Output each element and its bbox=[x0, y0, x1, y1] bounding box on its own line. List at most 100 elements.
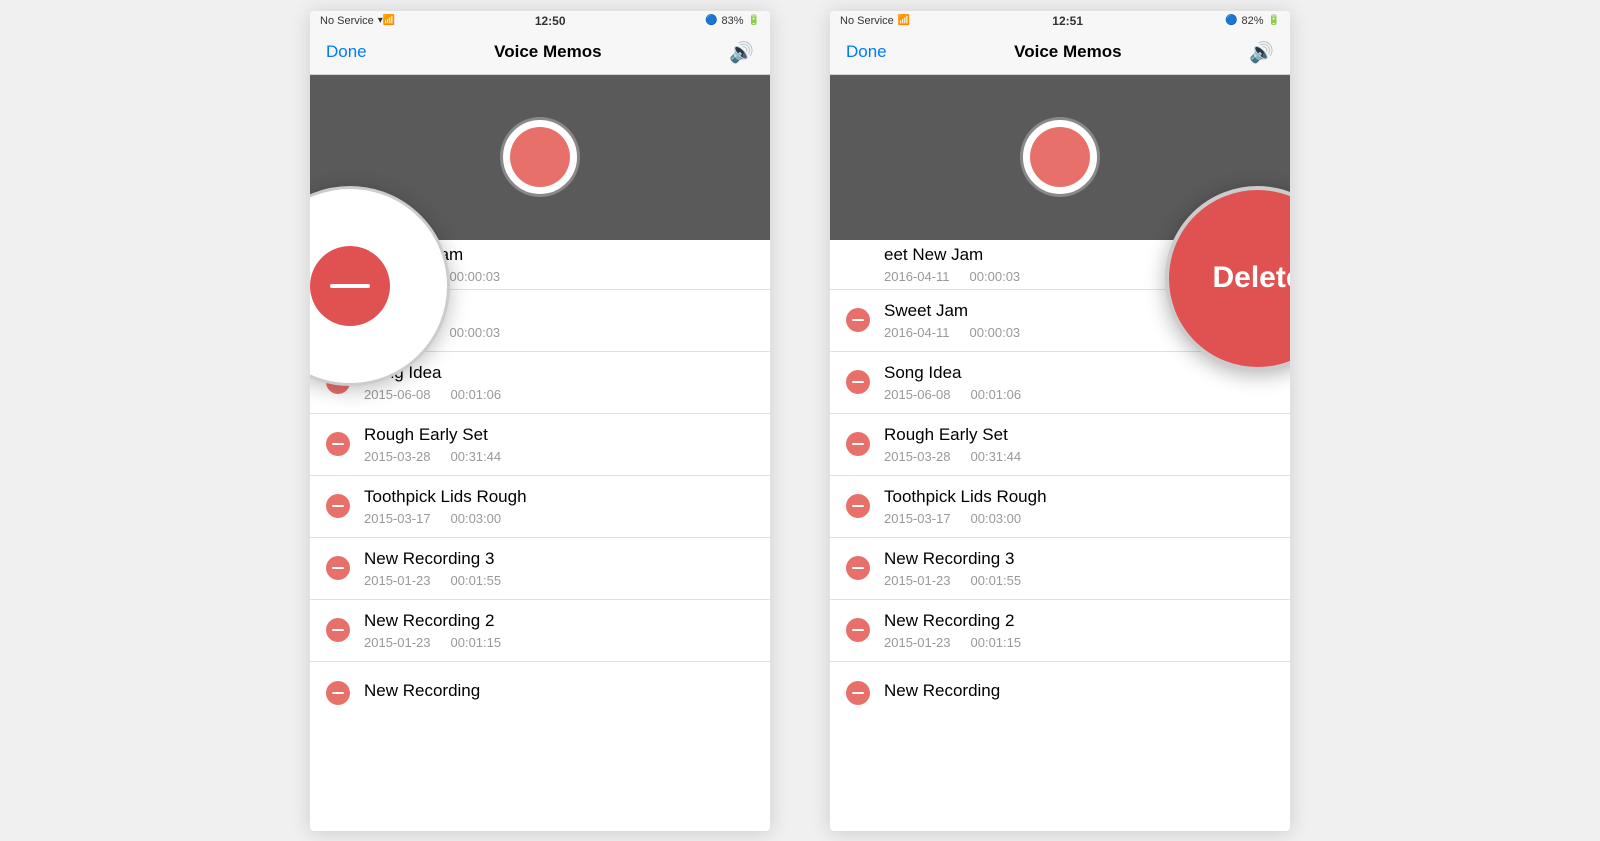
right-minus-rough-early[interactable] bbox=[846, 432, 870, 456]
right-dur-rec3: 00:01:55 bbox=[971, 573, 1022, 588]
right-dur-toothpick: 00:03:00 bbox=[971, 511, 1022, 526]
right-minus-rec1[interactable] bbox=[846, 681, 870, 705]
right-record-button[interactable] bbox=[1020, 117, 1100, 197]
list-item: Rough Early Set 2015-03-28 00:31:44 bbox=[830, 414, 1290, 476]
left-date-song-idea: 2015-06-08 bbox=[364, 387, 431, 402]
right-item-info-toothpick: Toothpick Lids Rough 2015-03-17 00:03:00 bbox=[884, 487, 1274, 526]
left-item-meta-rec3: 2015-01-23 00:01:55 bbox=[364, 573, 754, 588]
list-item: New Recording 2 2015-01-23 00:01:15 bbox=[830, 600, 1290, 662]
left-date-rough-early: 2015-03-28 bbox=[364, 449, 431, 464]
right-record-inner bbox=[1030, 127, 1090, 187]
left-minus-rec3[interactable] bbox=[326, 556, 350, 580]
right-battery: 82% bbox=[1242, 15, 1264, 27]
right-item-name-rec1: New Recording bbox=[884, 681, 1274, 701]
left-done-button[interactable]: Done bbox=[326, 42, 367, 62]
left-minus-rec2[interactable] bbox=[326, 618, 350, 642]
left-date-rec3: 2015-01-23 bbox=[364, 573, 431, 588]
right-dur-sweet-jam: 00:00:03 bbox=[970, 325, 1021, 340]
left-speaker-icon[interactable]: 🔊 bbox=[729, 40, 754, 65]
list-item: Toothpick Lids Rough 2015-03-17 00:03:00 bbox=[830, 476, 1290, 538]
right-done-button[interactable]: Done bbox=[846, 42, 887, 62]
right-no-service: No Service bbox=[840, 15, 894, 27]
list-item: New Recording 3 2015-01-23 00:01:55 bbox=[310, 538, 770, 600]
right-partial-duration: 00:00:03 bbox=[970, 269, 1021, 284]
right-item-meta-rec3: 2015-01-23 00:01:55 bbox=[884, 573, 1274, 588]
right-minus-sweet-jam[interactable] bbox=[846, 308, 870, 332]
right-minus-rec2[interactable] bbox=[846, 618, 870, 642]
right-item-meta-toothpick: 2015-03-17 00:03:00 bbox=[884, 511, 1274, 526]
left-status-bar: No Service ▾📶 12:50 🔵 83% 🔋 bbox=[310, 11, 770, 31]
right-speaker-icon[interactable]: 🔊 bbox=[1249, 40, 1274, 65]
left-item-info-rec2: New Recording 2 2015-01-23 00:01:15 bbox=[364, 611, 754, 650]
right-delete-label: Delete bbox=[1212, 261, 1290, 295]
right-dur-rec2: 00:01:15 bbox=[971, 635, 1022, 650]
left-item-info-rec3: New Recording 3 2015-01-23 00:01:55 bbox=[364, 549, 754, 588]
right-minus-toothpick[interactable] bbox=[846, 494, 870, 518]
left-item-name-song-idea: Song Idea bbox=[364, 363, 754, 383]
right-battery-icon: 🔋 bbox=[1268, 15, 1280, 26]
right-nav-title: Voice Memos bbox=[1014, 42, 1121, 62]
left-date-rec2: 2015-01-23 bbox=[364, 635, 431, 650]
right-partial-date: 2016-04-11 bbox=[884, 269, 950, 284]
right-nav-bar: Done Voice Memos 🔊 bbox=[830, 31, 1290, 75]
left-no-service: No Service bbox=[320, 15, 374, 27]
left-item-meta-song-idea: 2015-06-08 00:01:06 bbox=[364, 387, 754, 402]
left-partial-duration: 00:00:03 bbox=[450, 269, 501, 284]
left-dur-rec2: 00:01:15 bbox=[451, 635, 502, 650]
left-phone: No Service ▾📶 12:50 🔵 83% 🔋 Done Voice M… bbox=[310, 11, 770, 831]
list-item: New Recording bbox=[310, 662, 770, 724]
right-minus-rec3[interactable] bbox=[846, 556, 870, 580]
left-item-name-rec1: New Recording bbox=[364, 681, 754, 701]
right-wifi-icon: 📶 bbox=[898, 15, 910, 26]
left-dur-rough-early: 00:31:44 bbox=[451, 449, 502, 464]
right-item-info-rec2: New Recording 2 2015-01-23 00:01:15 bbox=[884, 611, 1274, 650]
left-status-right: 🔵 83% 🔋 bbox=[705, 15, 760, 27]
right-item-info-rec3: New Recording 3 2015-01-23 00:01:55 bbox=[884, 549, 1274, 588]
right-date-toothpick: 2015-03-17 bbox=[884, 511, 951, 526]
left-minus-rec1[interactable] bbox=[326, 681, 350, 705]
left-battery: 83% bbox=[722, 15, 744, 27]
right-item-name-rec3: New Recording 3 bbox=[884, 549, 1274, 569]
left-minus-rough-early[interactable] bbox=[326, 432, 350, 456]
left-item-name-rough-early: Rough Early Set bbox=[364, 425, 754, 445]
right-item-name-song-idea: Song Idea bbox=[884, 363, 1274, 383]
right-item-name-toothpick: Toothpick Lids Rough bbox=[884, 487, 1274, 507]
list-item: New Recording 3 2015-01-23 00:01:55 bbox=[830, 538, 1290, 600]
left-minus-toothpick[interactable] bbox=[326, 494, 350, 518]
right-item-meta-rec2: 2015-01-23 00:01:15 bbox=[884, 635, 1274, 650]
left-nav-bar: Done Voice Memos 🔊 bbox=[310, 31, 770, 75]
right-status-bar: No Service 📶 12:51 🔵 82% 🔋 bbox=[830, 11, 1290, 31]
left-dur-sweet-jam: 00:00:03 bbox=[450, 325, 501, 340]
list-item: Toothpick Lids Rough 2015-03-17 00:03:00 bbox=[310, 476, 770, 538]
left-record-inner bbox=[510, 127, 570, 187]
right-date-song-idea: 2015-06-08 bbox=[884, 387, 951, 402]
right-item-meta-rough-early: 2015-03-28 00:31:44 bbox=[884, 449, 1274, 464]
right-item-info-rec1: New Recording bbox=[884, 681, 1274, 705]
left-status-left: No Service ▾📶 bbox=[320, 15, 395, 27]
left-date-toothpick: 2015-03-17 bbox=[364, 511, 431, 526]
left-dur-rec3: 00:01:55 bbox=[451, 573, 502, 588]
left-item-meta-rec2: 2015-01-23 00:01:15 bbox=[364, 635, 754, 650]
list-item: New Recording 2 2015-01-23 00:01:15 bbox=[310, 600, 770, 662]
right-date-rec3: 2015-01-23 bbox=[884, 573, 951, 588]
right-item-name-rough-early: Rough Early Set bbox=[884, 425, 1274, 445]
left-nav-title: Voice Memos bbox=[494, 42, 601, 62]
left-item-name-rec3: New Recording 3 bbox=[364, 549, 754, 569]
left-item-info-rough-early: Rough Early Set 2015-03-28 00:31:44 bbox=[364, 425, 754, 464]
right-status-right: 🔵 82% 🔋 bbox=[1225, 15, 1280, 27]
left-record-button[interactable] bbox=[500, 117, 580, 197]
right-bluetooth-icon: 🔵 bbox=[1225, 15, 1237, 26]
list-item: New Recording bbox=[830, 662, 1290, 724]
left-dur-toothpick: 00:03:00 bbox=[451, 511, 502, 526]
right-minus-song-idea[interactable] bbox=[846, 370, 870, 394]
right-date-rough-early: 2015-03-28 bbox=[884, 449, 951, 464]
left-item-info-rec1: New Recording bbox=[364, 681, 754, 705]
right-status-left: No Service 📶 bbox=[840, 15, 910, 27]
left-item-info-toothpick: Toothpick Lids Rough 2015-03-17 00:03:00 bbox=[364, 487, 754, 526]
left-battery-icon: 🔋 bbox=[748, 15, 760, 26]
left-item-name-rec2: New Recording 2 bbox=[364, 611, 754, 631]
list-item: Rough Early Set 2015-03-28 00:31:44 bbox=[310, 414, 770, 476]
left-magnify-minus-icon[interactable] bbox=[310, 246, 390, 326]
left-item-meta-toothpick: 2015-03-17 00:03:00 bbox=[364, 511, 754, 526]
left-dur-song-idea: 00:01:06 bbox=[451, 387, 502, 402]
